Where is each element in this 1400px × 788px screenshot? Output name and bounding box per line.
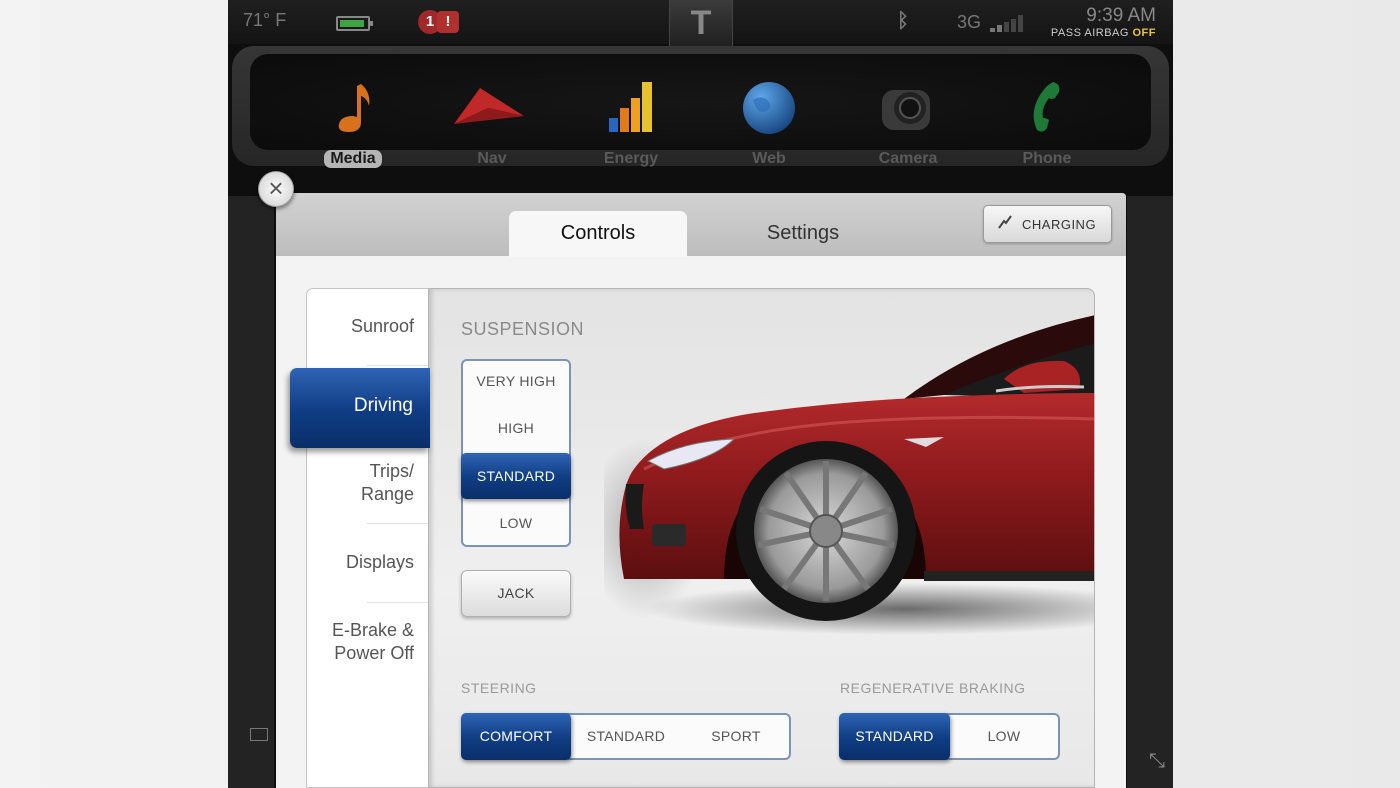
alert-mark: ! (437, 11, 459, 33)
app-label: Energy (603, 150, 659, 167)
app-media[interactable]: Media (303, 78, 403, 198)
airbag-status: PASS AIRBAG OFF (1051, 27, 1156, 39)
steering-sport[interactable]: SPORT (681, 715, 791, 758)
app-label: Web (752, 150, 786, 167)
suspension-high[interactable]: HIGH (463, 420, 569, 436)
menu-item-label: Driving (353, 395, 413, 416)
suspension-very-high[interactable]: VERY HIGH (463, 373, 569, 389)
menu-item-label: Sunroof (350, 316, 414, 336)
phone-handset-icon (1017, 78, 1077, 138)
driving-panel: SUSPENSION VERY HIGH HIGH STANDARD LOW J… (428, 288, 1095, 788)
music-note-icon (323, 78, 383, 138)
tab-settings[interactable]: Settings (714, 211, 892, 257)
menu-item-driving[interactable]: Driving (290, 368, 430, 448)
alert-icon[interactable]: 1 ! (418, 10, 460, 34)
status-bar: 71° F 1 ! T ᛒ 3G 9:39 AM PASS AIRBAG OFF (228, 0, 1173, 54)
regen-braking-label: REGENERATIVE BRAKING (840, 680, 1026, 696)
tab-controls[interactable]: Controls (509, 211, 687, 257)
clock: 9:39 AM (1086, 5, 1156, 26)
suspension-selector: VERY HIGH HIGH STANDARD LOW (461, 359, 571, 547)
menu-item-label: Power Off (334, 643, 414, 663)
camera-icon (878, 78, 938, 138)
steering-selector: COMFORT STANDARD SPORT (461, 713, 791, 760)
suspension-low[interactable]: LOW (463, 515, 569, 531)
suspension-standard[interactable]: STANDARD (461, 453, 571, 499)
bluetooth-icon: ᛒ (897, 10, 909, 32)
app-energy[interactable]: Energy (581, 78, 681, 198)
suspension-label: SUSPENSION (461, 319, 585, 339)
menu-divider (367, 365, 432, 366)
app-label: Media (324, 150, 382, 168)
resize-icon[interactable]: ⤡ (1149, 750, 1165, 773)
app-bar-inner: Media Nav Energy Web Camera Phone (250, 54, 1151, 168)
charging-label: CHARGING (1022, 217, 1097, 232)
temperature-readout: 71° F (243, 10, 287, 30)
app-camera[interactable]: Camera (858, 78, 958, 198)
bolt-icon (998, 206, 1014, 242)
side-menu: Sunroof Trips/ Range Displays E-Brake & … (306, 288, 432, 788)
menu-item-displays[interactable]: Displays (307, 551, 432, 574)
network-type: 3G (957, 12, 982, 32)
regen-standard[interactable]: STANDARD (839, 713, 950, 760)
airbag-state: OFF (1132, 27, 1156, 39)
app-phone[interactable]: Phone (997, 78, 1097, 198)
car-image (604, 315, 1094, 635)
menu-item-sunroof[interactable]: Sunroof (307, 315, 432, 338)
modal-header: Controls Settings CHARGING (276, 193, 1126, 257)
app-label: Nav (477, 150, 507, 167)
side-panel-right (1127, 196, 1173, 788)
app-label: Phone (1022, 150, 1072, 167)
regen-braking-selector: STANDARD LOW (839, 713, 1060, 760)
controls-modal: Controls Settings CHARGING Sunroof Trips… (276, 193, 1126, 788)
menu-item-label: E-Brake & (331, 620, 414, 640)
battery-icon (336, 16, 373, 31)
app-nav[interactable]: Nav (442, 78, 542, 198)
menu-item-label: Range (360, 484, 414, 504)
close-icon: × (268, 173, 284, 203)
steering-standard[interactable]: STANDARD (571, 715, 681, 758)
menu-item-ebrake-power[interactable]: E-Brake & Power Off (307, 619, 432, 665)
app-label: Camera (878, 150, 938, 167)
close-button[interactable]: × (258, 171, 294, 207)
menu-item-label: Trips/ (369, 461, 414, 481)
app-web[interactable]: Web (719, 78, 819, 198)
energy-bars-icon (601, 78, 661, 138)
menu-divider (367, 523, 432, 524)
steering-label: STEERING (461, 680, 537, 696)
keyboard-icon[interactable] (250, 728, 268, 741)
jack-button[interactable]: JACK (461, 570, 571, 617)
side-panel-left (228, 196, 274, 788)
charging-button[interactable]: CHARGING (983, 205, 1112, 243)
regen-low[interactable]: LOW (950, 715, 1058, 758)
airbag-label: PASS AIRBAG (1050, 27, 1129, 39)
app-bar: Media Nav Energy Web Camera Phone (232, 46, 1169, 168)
menu-item-label: Displays (345, 552, 414, 572)
signal-strength-icon (990, 14, 1024, 32)
menu-item-trips-range[interactable]: Trips/ Range (307, 460, 432, 506)
globe-icon (739, 78, 799, 138)
menu-divider (367, 602, 432, 603)
steering-comfort[interactable]: COMFORT (461, 713, 571, 760)
navigation-arrow-icon (454, 78, 524, 138)
